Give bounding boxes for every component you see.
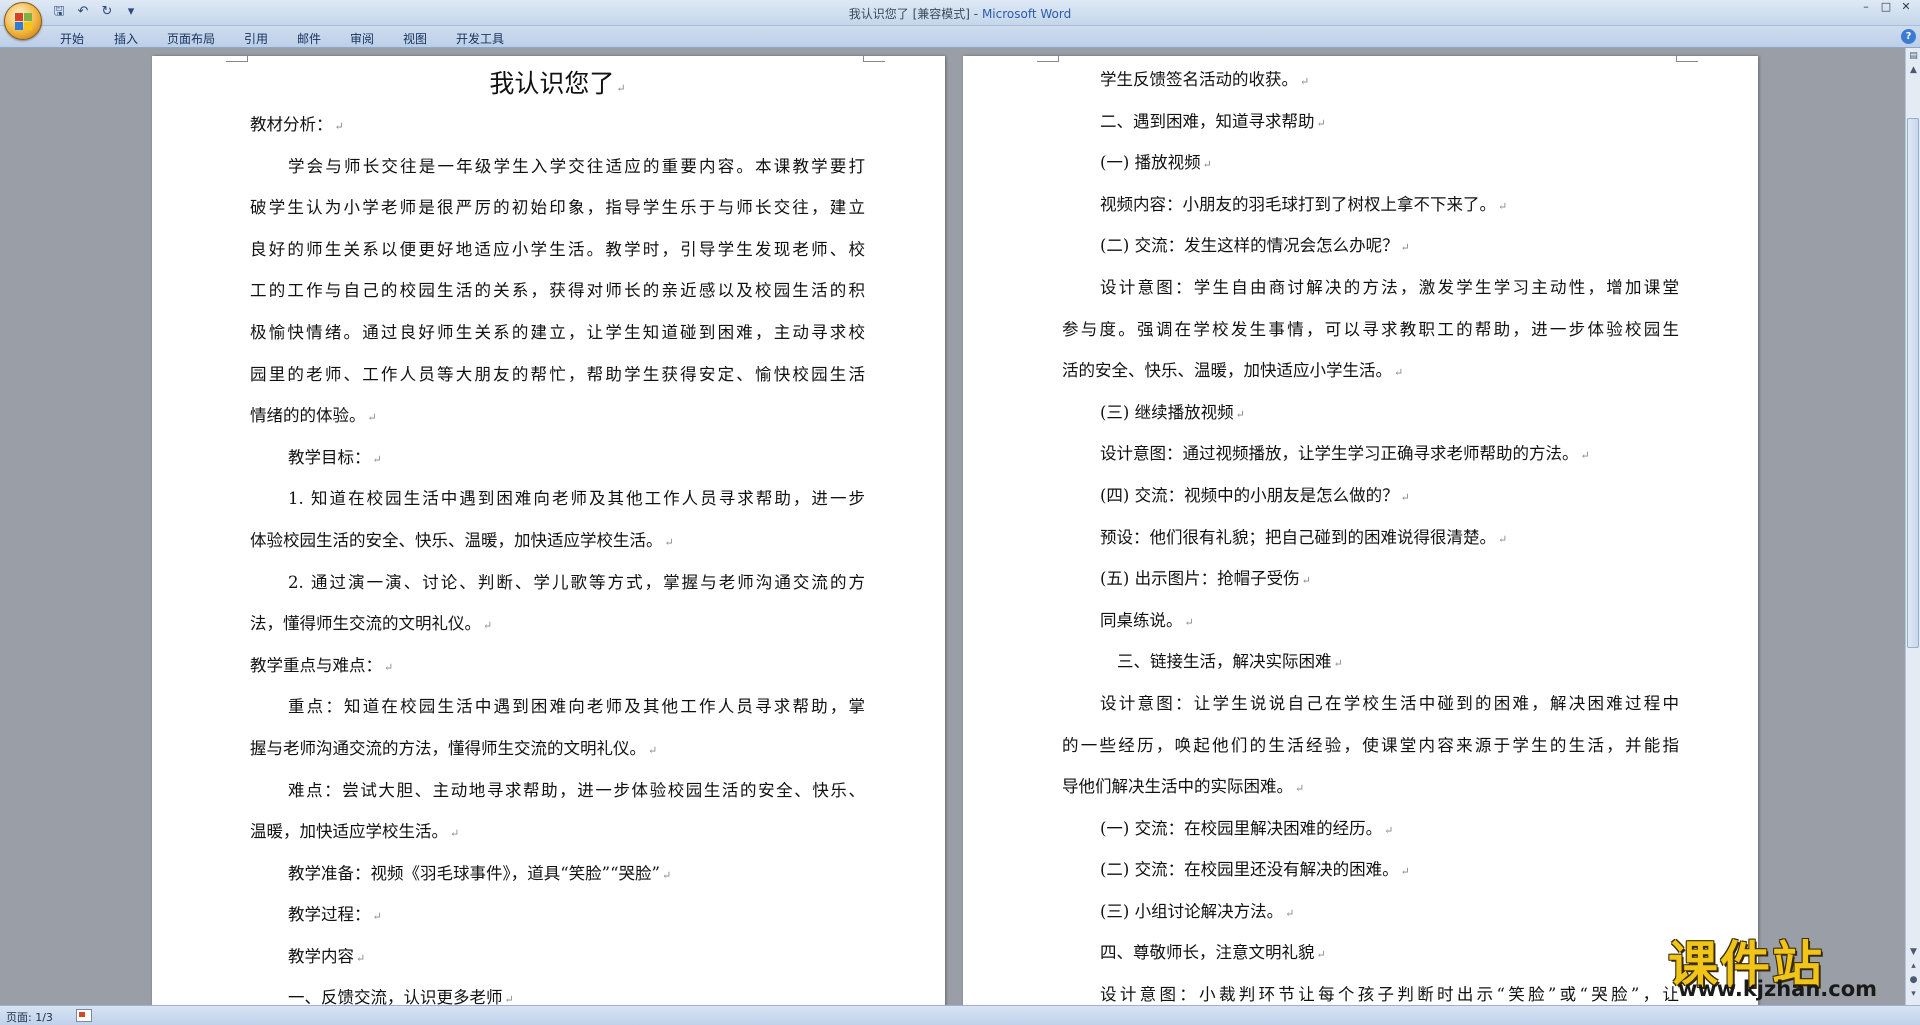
tab-view[interactable]: 视图 [403,30,427,47]
paragraph-line: 设计意图：学生自由商讨解决的方法，激发学生学习主动性，增加课堂 [1100,277,1679,297]
office-button[interactable] [4,2,42,40]
close-icon[interactable]: ✕ [1896,0,1916,14]
restore-icon[interactable]: □ [1876,0,1896,14]
paragraph-line: (五) 出示图片：抢帽子受伤 ↵ [1100,569,1311,589]
paragraph-line: (一) 交流：在校园里解决困难的经历。 ↵ [1100,818,1394,838]
paragraph-line: 良好的师生关系以便更好地适应小学生活。教学时，引导学生发现老师、校 [250,239,865,259]
page-right[interactable]: 学生反馈签名活动的收获。 ↵ 二、遇到困难，知道寻求帮助 ↵ (一) 播放视频 ↵ 视… [963,56,1758,1005]
paragraph-line: 一、反馈交流，认识更多老师 ↵ [288,988,514,1005]
paragraph-line: 参与度。强调在学校发生事情，可以寻求教职工的帮助，进一步体验校园生 [1062,319,1679,339]
ruler-toggle-icon[interactable]: ▤ [1907,50,1920,63]
paragraph-line: 四、尊敬师长，注意文明礼貌 ↵ [1100,943,1326,963]
office-logo-icon [15,13,33,31]
title-separator: - [969,7,982,21]
page-content: 我认识您了 ↵ 教材分析： ↵ 学会与师长交往是一年级学生入学交往适应的重要内容。本… [250,64,865,1005]
paragraph-line: 法，懂得师生交流的文明礼仪。 ↵ [250,614,493,634]
paragraph-line: 1. 知道在校园生活中遇到困难向老师及其他工作人员寻求帮助，进一步 [288,489,865,509]
crop-mark [1676,56,1698,62]
paragraph-line: (四) 交流：视频中的小朋友是怎么做的？ ↵ [1100,485,1410,505]
paragraph-line: 2. 通过演一演、讨论、判断、学儿歌等方式，掌握与老师沟通交流的方 [288,572,865,592]
paragraph-line: 温暖，加快适应学校生活。 ↵ [250,822,460,842]
app-name: Microsoft Word [981,7,1072,21]
paragraph-line: 设计意图：小裁判环节让每个孩子判断时出示“笑脸”或“哭脸”，让 [1100,985,1679,1005]
tab-home[interactable]: 开始 [60,30,84,47]
title-bar: 🖫 ↶ ↻ ▾ 我认识您了 [兼容模式] - Microsoft Word – … [0,0,1920,26]
paragraph-line: 难点：尝试大胆、主动地寻求帮助，进一步体验校园生活的安全、快乐、 [288,780,865,800]
paragraph-line: 预设：他们很有礼貌；把自己碰到的困难说得很清楚。 ↵ [1100,527,1508,547]
vertical-scrollbar[interactable]: ▤ ▲ ▼ ▴ ● ▾ [1905,48,1920,1005]
page-indicator[interactable]: 页面: 1/3 [6,1009,53,1025]
paragraph-line: 教材分析： ↵ [250,115,344,134]
page-title: 我认识您了 ↵ [489,69,626,98]
paragraph-line: (一) 播放视频 ↵ [1100,153,1212,173]
paragraph-line: 教学过程： ↵ [288,905,382,925]
page-left[interactable]: 我认识您了 ↵ 教材分析： ↵ 学会与师长交往是一年级学生入学交往适应的重要内容。本… [152,56,945,1005]
tab-page-layout[interactable]: 页面布局 [167,30,215,47]
scroll-up-icon[interactable]: ▲ [1907,64,1920,77]
help-icon[interactable]: ? [1901,29,1916,44]
window-controls: – □ ✕ [1856,0,1916,14]
paragraph-line: 重点：知道在校园生活中遇到困难向老师及其他工作人员寻求帮助，掌 [288,697,865,717]
watermark-url: www.kjzhan.com [1678,977,1878,1001]
paragraph-line: (二) 交流：发生这样的情况会怎么办呢？ ↵ [1100,236,1410,256]
status-bar: 页面: 1/3 [0,1005,1920,1025]
scrollbar-thumb[interactable] [1907,118,1919,648]
paragraph-line: (二) 交流：在校园里还没有解决的困难。 ↵ [1100,860,1410,880]
paragraph-line: 设计意图：让学生说说自己在学校生活中碰到的困难，解决困难过程中 [1100,693,1679,713]
paragraph-line: 破学生认为小学老师是很严厉的初始印象，指导学生乐于与师长交往，建立 [250,198,865,218]
macro-recording-icon[interactable] [76,1009,92,1022]
paragraph-line: 握与老师沟通交流的方法，懂得师生交流的文明礼仪。 ↵ [250,738,658,758]
tab-review[interactable]: 审阅 [350,30,374,47]
document-area: 我认识您了 ↵ 教材分析： ↵ 学会与师长交往是一年级学生入学交往适应的重要内容。本… [0,48,1905,1005]
document-title: 我认识您了 [兼容模式] [848,7,970,21]
paragraph-line: 的一些经历，唤起他们的生活经验，使课堂内容来源于学生的生活，并能指 [1062,735,1679,755]
tab-references[interactable]: 引用 [244,30,268,47]
paragraph-line: 教学重点与难点： ↵ [250,655,394,675]
tab-insert[interactable]: 插入 [114,30,138,47]
minimize-icon[interactable]: – [1856,0,1876,14]
paragraph-line: 活的安全、快乐、温暖，加快适应小学生活。 ↵ [1062,361,1404,381]
tab-mailings[interactable]: 邮件 [297,30,321,47]
crop-mark [863,56,885,62]
page-content: 学生反馈签名活动的收获。 ↵ 二、遇到困难，知道寻求帮助 ↵ (一) 播放视频 ↵ 视… [1062,59,1679,1005]
watermark-logo: 课件站 www.kjzhan.com [1668,925,1903,1001]
window-title: 我认识您了 [兼容模式] - Microsoft Word [0,5,1920,22]
ribbon-tabs: 开始 插入 页面布局 引用 邮件 审阅 视图 开发工具 ? [0,26,1920,48]
crop-mark [226,56,248,62]
paragraph-line: 同桌练说。 ↵ [1100,610,1194,630]
paragraph-line: 极愉快情绪。通过良好师生关系的建立，让学生知道碰到困难，主动寻求校 [250,322,865,342]
paragraph-line: 学会与师长交往是一年级学生入学交往适应的重要内容。本课教学要打 [288,156,865,176]
next-page-icon[interactable]: ▾ [1907,988,1920,1001]
tab-developer[interactable]: 开发工具 [456,30,504,47]
scroll-down-icon[interactable]: ▼ [1907,946,1920,959]
paragraph-line: (三) 继续播放视频 ↵ [1100,402,1245,422]
crop-mark [1037,56,1059,62]
paragraph-line: 情绪的的体验。 ↵ [250,406,377,426]
paragraph-line: 体验校园生活的安全、快乐、温暖，加快适应学校生活。 ↵ [250,530,674,550]
paragraph-line: 导他们解决生活中的实际困难。 ↵ [1062,777,1305,797]
paragraph-line: 教学准备：视频《羽毛球事件》，道具“笑脸”“哭脸” ↵ [288,863,672,883]
paragraph-line: 设计意图：通过视频播放，让学生学习正确寻求老师帮助的方法。 ↵ [1100,444,1590,464]
paragraph-line: 园里的老师、工作人员等大朋友的帮忙，帮助学生获得安定、愉快校园生活 [250,364,865,384]
paragraph-line: (三) 小组讨论解决方法。 ↵ [1100,901,1295,921]
paragraph-line: 二、遇到困难，知道寻求帮助 ↵ [1100,111,1326,131]
paragraph-line: 教学目标： ↵ [288,447,382,467]
paragraph-line: 学生反馈签名活动的收获。 ↵ [1100,70,1310,89]
paragraph-line: 教学内容 ↵ [288,946,366,966]
select-browse-object-icon[interactable]: ● [1907,974,1920,987]
previous-page-icon[interactable]: ▴ [1907,960,1920,973]
paragraph-line: 工的工作与自己的校园生活的关系，获得对师长的亲近感以及校园生活的积 [250,281,865,301]
paragraph-line: 视频内容：小朋友的羽毛球打到了树杈上拿不下来了。 ↵ [1100,194,1508,214]
paragraph-line: 三、链接生活，解决实际困难 ↵ [1117,652,1343,672]
